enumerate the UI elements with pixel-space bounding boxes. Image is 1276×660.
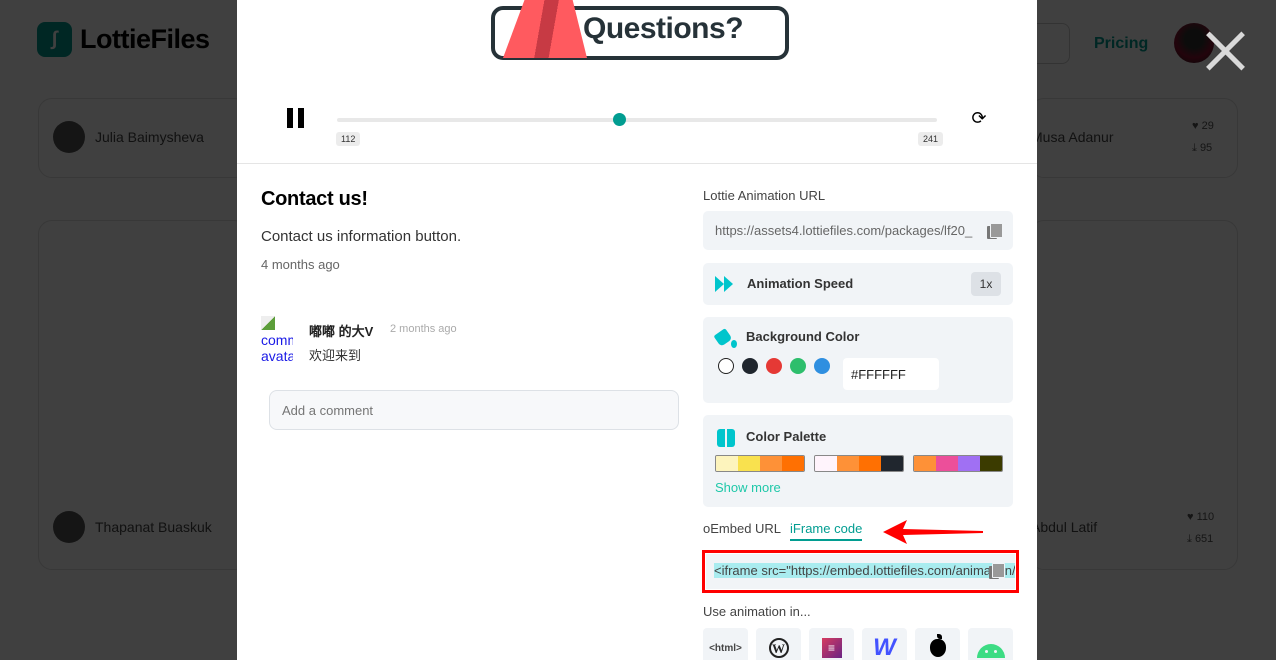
palette-color (738, 456, 760, 471)
platform-android[interactable] (968, 628, 1013, 660)
animation-modal: Questions? 112 241 ⟳ Contact us! Contact… (237, 0, 1037, 660)
palette-color (782, 456, 804, 471)
pause-icon[interactable] (287, 108, 305, 128)
color-palette-label: Color Palette (746, 429, 827, 444)
elementor-icon: ≡ (821, 638, 842, 658)
color-palette[interactable] (715, 455, 805, 472)
annotation-arrow (883, 520, 983, 544)
animation-date: 4 months ago (261, 257, 340, 272)
palette-color (837, 456, 859, 471)
platform-elementor[interactable]: ≡ (809, 628, 854, 660)
comment-text: 欢迎来到 (309, 348, 362, 363)
animation-preview: Questions? (237, 0, 1037, 92)
comment-avatar: comment avatar (261, 316, 293, 364)
color-swatch[interactable] (742, 358, 758, 374)
lottie-url-text: https://assets4.lottiefiles.com/packages… (715, 223, 973, 238)
animation-title: Contact us! (261, 188, 368, 210)
loop-icon[interactable]: ⟳ (970, 108, 988, 128)
platform-webflow[interactable]: W (862, 628, 907, 660)
palette-color (980, 456, 1002, 471)
color-palette[interactable] (814, 455, 904, 472)
color-swatches (718, 358, 830, 374)
animation-settings: Lottie Animation URL https://assets4.lot… (703, 188, 1013, 541)
animation-description: Contact us information button. (261, 228, 462, 245)
palette-color (958, 456, 980, 471)
animation-text: Questions? (583, 12, 744, 45)
close-modal-icon[interactable] (1200, 26, 1250, 76)
palette-color (760, 456, 782, 471)
color-palette-panel: Color Palette Show more (703, 415, 1013, 507)
lottie-url-field[interactable]: https://assets4.lottiefiles.com/packages… (703, 211, 1013, 250)
fast-forward-icon (715, 276, 735, 292)
lottie-url-label: Lottie Animation URL (703, 188, 826, 203)
paint-bucket-icon (716, 329, 737, 349)
wordpress-icon: W (768, 638, 789, 658)
use-animation-label: Use animation in... (703, 604, 811, 619)
palette-color (914, 456, 936, 471)
show-more-link[interactable]: Show more (715, 480, 781, 495)
color-palette[interactable] (913, 455, 1003, 472)
color-swatch[interactable] (790, 358, 806, 374)
hex-color-input[interactable] (843, 358, 939, 390)
start-frame: 112 (336, 132, 361, 146)
copy-icon[interactable] (987, 223, 1003, 239)
webflow-icon: W (873, 634, 896, 660)
platform-wordpress[interactable]: W (756, 628, 801, 660)
platform-ios[interactable] (915, 628, 960, 660)
palette-icon (717, 429, 735, 447)
android-icon (976, 644, 1005, 658)
background-color-panel: Background Color (703, 317, 1013, 403)
apple-icon (929, 634, 946, 657)
palette-color (716, 456, 738, 471)
broken-image-icon (261, 316, 275, 330)
comment-input[interactable] (269, 390, 679, 430)
tab-iframe-code[interactable]: iFrame code (790, 521, 863, 541)
color-swatch[interactable] (718, 358, 734, 374)
animation-details: Contact us! Contact us information butto… (261, 188, 681, 430)
copy-icon[interactable] (989, 563, 1005, 579)
color-swatch[interactable] (814, 358, 830, 374)
palette-color (881, 456, 903, 471)
seek-slider[interactable] (337, 113, 937, 126)
speed-select[interactable]: 1x (971, 272, 1001, 296)
palette-color (936, 456, 958, 471)
iframe-code-field[interactable]: <iframe src="https://embed.lottiefiles.c… (706, 554, 1015, 589)
background-color-label: Background Color (746, 329, 860, 344)
comment-item: comment avatar 嘟嘟 的大V 2 months ago 欢迎来到 (261, 316, 681, 366)
seek-thumb[interactable] (613, 113, 626, 126)
player-controls: 112 241 ⟳ (237, 92, 1037, 164)
palette-color (859, 456, 881, 471)
color-swatch[interactable] (766, 358, 782, 374)
platform-html[interactable]: <html> (703, 628, 748, 660)
palette-color (815, 456, 837, 471)
comment-time: 2 months ago (390, 323, 457, 335)
animation-speed-panel: Animation Speed 1x (703, 263, 1013, 305)
platform-list: <html> W ≡ W (703, 628, 1013, 660)
iframe-code-highlight: <iframe src="https://embed.lottiefiles.c… (702, 550, 1019, 593)
iframe-code-text: <iframe src="https://embed.lottiefiles.c… (714, 563, 1015, 578)
html-label: <html> (709, 642, 742, 654)
comment-user[interactable]: 嘟嘟 的大V (309, 321, 373, 340)
tab-oembed-url[interactable]: oEmbed URL (703, 521, 781, 541)
avatar-alt-text: comment avatar (261, 332, 293, 364)
palette-list (715, 455, 1003, 472)
end-frame: 241 (918, 132, 944, 146)
speed-label: Animation Speed (747, 276, 854, 291)
